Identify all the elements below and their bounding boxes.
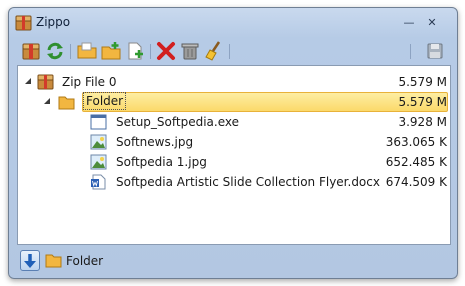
tree-item-size: 5.579 M (398, 75, 447, 89)
tree-item-size: 363.065 K (385, 135, 447, 149)
toolbar-separator (410, 44, 411, 59)
trash-button[interactable] (179, 40, 201, 62)
folder-icon (45, 253, 62, 268)
tree-row-file[interactable]: Softpedia Artistic Slide Collection Flye… (18, 172, 450, 192)
broom-icon (205, 41, 221, 61)
add-file-button[interactable] (124, 40, 146, 62)
current-folder-label: Folder (66, 254, 104, 268)
trash-can-icon (181, 43, 199, 60)
image-file-icon (90, 134, 107, 150)
app-window: Zippo — ✕ Zip File 0 5.579 M Folder 5.57… (8, 7, 458, 279)
selection-highlight: Folder (82, 92, 448, 112)
minimize-button[interactable]: — (402, 17, 416, 29)
zip-archive-icon (37, 74, 54, 90)
word-doc-icon (90, 174, 107, 190)
open-folder-icon (77, 42, 97, 59)
status-bar: Folder (17, 248, 451, 274)
window-title: Zippo (36, 15, 71, 29)
tree-row-folder[interactable]: Folder 5.579 M (18, 92, 450, 112)
red-x-icon (157, 42, 175, 60)
tree-item-label: Folder (83, 92, 127, 110)
open-folder-button[interactable] (76, 40, 98, 62)
folder-add-icon (101, 42, 121, 60)
tree-row-file[interactable]: Softpedia 1.jpg 652.485 K (18, 152, 450, 172)
tree-row-file[interactable]: Setup_Softpedia.exe 3.928 M (18, 112, 450, 132)
extract-archive-button[interactable] (20, 40, 42, 62)
add-folder-button[interactable] (100, 40, 122, 62)
tree-item-label: Zip File 0 (62, 75, 117, 89)
tree-item-size: 5.579 M (398, 95, 447, 109)
tree-item-size: 674.509 K (385, 175, 447, 189)
tree-item-size: 3.928 M (398, 115, 447, 129)
archive-tree[interactable]: Zip File 0 5.579 M Folder 5.579 M Setup_… (17, 65, 451, 245)
archive-icon (22, 43, 40, 60)
refresh-button[interactable] (44, 40, 66, 62)
folder-icon (58, 94, 75, 110)
title-bar: Zippo — ✕ (9, 8, 457, 38)
navigate-down-button[interactable] (20, 250, 40, 271)
file-add-icon (128, 42, 143, 60)
toolbar-separator (229, 44, 230, 59)
tree-row-file[interactable]: Softnews.jpg 363.065 K (18, 132, 450, 152)
save-button[interactable] (424, 40, 446, 62)
disk-icon (427, 43, 443, 59)
toolbar-separator (70, 44, 71, 59)
toolbar (14, 37, 452, 65)
collapse-arrow-icon[interactable] (42, 96, 52, 106)
tree-item-label: Softpedia Artistic Slide Collection Flye… (116, 175, 380, 189)
delete-button[interactable] (155, 40, 177, 62)
refresh-arrows-icon (47, 42, 63, 60)
collapse-arrow-icon[interactable] (23, 76, 33, 86)
archive-app-icon (15, 14, 32, 31)
tree-item-size: 652.485 K (385, 155, 447, 169)
exe-file-icon (90, 114, 107, 130)
toolbar-separator (150, 44, 151, 59)
tree-item-label: Softnews.jpg (116, 135, 194, 149)
tree-item-label: Softpedia 1.jpg (116, 155, 207, 169)
down-arrow-icon (24, 254, 36, 268)
close-button[interactable]: ✕ (425, 17, 439, 29)
tree-item-label: Setup_Softpedia.exe (116, 115, 240, 129)
image-file-icon (90, 154, 107, 170)
tree-row-root[interactable]: Zip File 0 5.579 M (18, 72, 450, 92)
clean-button[interactable] (203, 40, 225, 62)
